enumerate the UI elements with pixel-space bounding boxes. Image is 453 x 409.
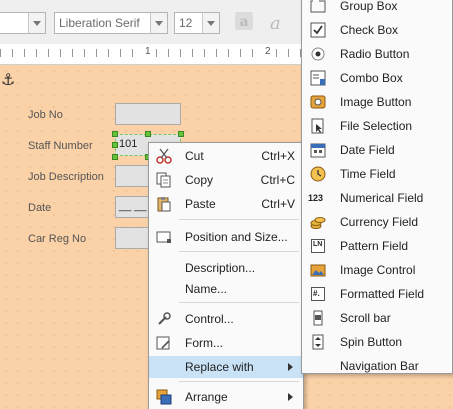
submenu-item-navigation-bar[interactable]: Navigation Bar	[302, 355, 452, 377]
menu-item-description[interactable]: Description...	[149, 257, 303, 279]
date-label: Date	[28, 202, 52, 214]
group-box-icon	[310, 0, 326, 14]
sidebar-icon[interactable]: a	[234, 10, 254, 30]
font-size-value: 12	[179, 16, 193, 30]
car-reg-no-label: Car Reg No	[28, 233, 87, 245]
submenu-item-radio-button[interactable]: Radio Button	[302, 43, 452, 65]
submenu-item-time-field[interactable]: Time Field	[302, 163, 452, 185]
fontwork-icon[interactable]: a	[266, 12, 288, 39]
replace-with-submenu: Group Box Check Box Radio Button Combo B…	[301, 0, 453, 374]
svg-text:a: a	[239, 14, 248, 30]
anchor-icon[interactable]: ⚓	[1, 70, 15, 90]
spin-button-icon	[310, 334, 326, 350]
selection-handle[interactable]	[178, 131, 184, 137]
control-properties-icon	[156, 311, 172, 327]
file-selection-icon	[310, 118, 326, 134]
chevron-down-icon[interactable]	[150, 13, 167, 33]
image-control-icon	[310, 262, 326, 278]
menu-item-cut[interactable]: Cut Ctrl+X	[149, 145, 303, 167]
job-no-label: Job No	[28, 109, 63, 121]
coins-icon	[310, 214, 326, 230]
horizontal-ruler[interactable]: 1 2	[0, 44, 310, 65]
submenu-item-image-control[interactable]: Image Control	[302, 259, 452, 281]
copy-icon	[156, 172, 172, 188]
menu-item-position-size[interactable]: Position and Size...	[149, 226, 303, 248]
selection-handle[interactable]	[112, 142, 118, 148]
submenu-arrow-icon	[288, 393, 293, 401]
image-button-icon	[310, 94, 326, 110]
submenu-item-spin-button[interactable]: Spin Button	[302, 331, 452, 353]
selection-handle[interactable]	[112, 131, 118, 137]
numerical-field-icon: 123	[308, 193, 324, 203]
combo-box-icon	[310, 70, 326, 86]
submenu-item-combo-box[interactable]: Combo Box	[302, 67, 452, 89]
submenu-item-group-box[interactable]: Group Box	[302, 0, 452, 17]
font-size-combo[interactable]: 12	[174, 12, 220, 34]
context-menu: Cut Ctrl+X Copy Ctrl+C Paste Ctrl+V Posi…	[148, 142, 304, 409]
menu-separator	[179, 219, 299, 220]
submenu-item-image-button[interactable]: Image Button	[302, 91, 452, 113]
menu-item-form[interactable]: Form...	[149, 332, 303, 354]
pattern-field-icon: LN	[310, 238, 326, 254]
submenu-item-file-selection[interactable]: File Selection	[302, 115, 452, 137]
paragraph-style-combo[interactable]	[0, 12, 46, 34]
submenu-item-numerical-field[interactable]: 123 Numerical Field	[302, 187, 452, 209]
submenu-item-pattern-field[interactable]: LN Pattern Field	[302, 235, 452, 257]
menu-item-name[interactable]: Name...	[149, 278, 303, 300]
formatted-field-icon: #.	[310, 286, 326, 302]
submenu-item-date-field[interactable]: Date Field	[302, 139, 452, 161]
chevron-down-icon[interactable]	[202, 13, 219, 33]
menu-item-paste[interactable]: Paste Ctrl+V	[149, 193, 303, 215]
staff-number-label: Staff Number	[28, 140, 93, 152]
font-name-value: Liberation Serif	[59, 16, 140, 30]
ruler-number: 2	[264, 46, 272, 57]
calendar-icon	[310, 142, 326, 158]
job-no-field[interactable]	[115, 103, 181, 125]
menu-item-control[interactable]: Control...	[149, 308, 303, 330]
svg-text:a: a	[270, 13, 281, 34]
job-description-label: Job Description	[28, 171, 104, 183]
menu-separator	[179, 381, 299, 382]
check-box-icon	[310, 22, 326, 38]
menu-item-replace-with[interactable]: Replace with	[149, 356, 303, 378]
scissors-icon	[156, 148, 172, 164]
menu-separator	[179, 302, 299, 303]
font-name-combo[interactable]: Liberation Serif	[54, 12, 168, 34]
submenu-arrow-icon	[288, 363, 293, 371]
position-size-icon	[156, 229, 172, 245]
scroll-bar-icon	[310, 310, 326, 326]
chevron-down-icon[interactable]	[28, 13, 45, 33]
form-properties-icon	[156, 335, 172, 351]
submenu-item-check-box[interactable]: Check Box	[302, 19, 452, 41]
menu-item-copy[interactable]: Copy Ctrl+C	[149, 169, 303, 191]
submenu-item-formatted-field[interactable]: #. Formatted Field	[302, 283, 452, 305]
selection-handle[interactable]	[145, 131, 151, 137]
ruler-number: 1	[144, 46, 152, 57]
radio-button-icon	[310, 46, 326, 62]
selection-handle[interactable]	[112, 154, 118, 160]
menu-separator	[179, 251, 299, 252]
paste-icon	[156, 196, 172, 212]
arrange-icon	[156, 389, 172, 405]
menu-item-arrange[interactable]: Arrange	[149, 386, 303, 408]
clock-icon	[310, 166, 326, 182]
submenu-item-scroll-bar[interactable]: Scroll bar	[302, 307, 452, 329]
submenu-item-currency-field[interactable]: Currency Field	[302, 211, 452, 233]
